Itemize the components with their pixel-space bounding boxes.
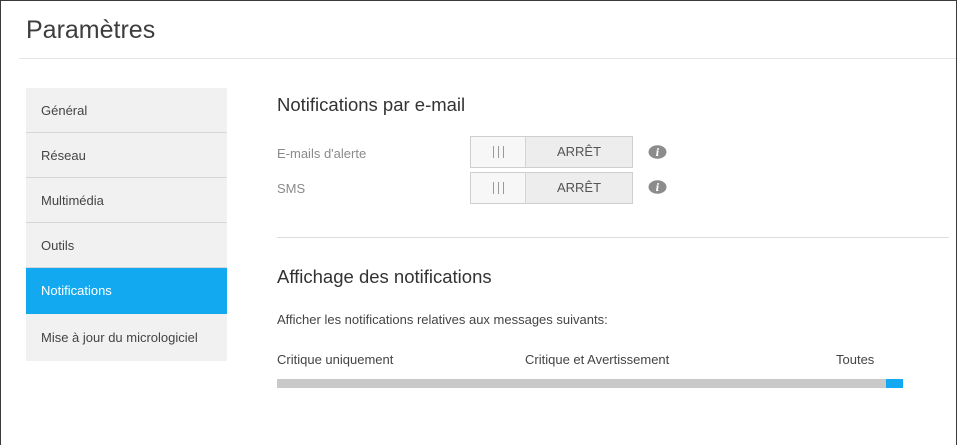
email-notifications-heading: Notifications par e-mail xyxy=(277,94,466,115)
sidebar-item-general[interactable]: Général xyxy=(26,88,227,133)
toggle-state: ARRÊT xyxy=(526,173,632,203)
toggle-grip-icon xyxy=(471,173,526,203)
svg-text:i: i xyxy=(656,148,660,159)
sidebar-item-notifications[interactable]: Notifications xyxy=(26,268,227,314)
sms-toggle[interactable]: ARRÊT xyxy=(470,172,633,204)
level-label-all[interactable]: Toutes xyxy=(836,352,874,367)
alert-emails-toggle[interactable]: ARRÊT xyxy=(470,136,633,168)
sidebar-item-firmware-update[interactable]: Mise à jour du micrologiciel xyxy=(26,314,227,361)
notification-level-slider[interactable] xyxy=(277,379,903,388)
svg-text:i: i xyxy=(656,183,660,194)
settings-window: Paramètres Général Réseau Multimédia Out… xyxy=(0,0,957,445)
display-notifications-heading: Affichage des notifications xyxy=(277,266,492,287)
slider-handle[interactable] xyxy=(886,379,903,388)
title-divider xyxy=(19,58,956,59)
level-label-critical-only[interactable]: Critique uniquement xyxy=(277,352,393,367)
sidebar: Général Réseau Multimédia Outils Notific… xyxy=(26,88,227,361)
info-icon[interactable]: i xyxy=(648,180,667,195)
sms-label: SMS xyxy=(277,181,306,196)
page-title: Paramètres xyxy=(26,16,156,44)
sidebar-item-multimedia[interactable]: Multimédia xyxy=(26,178,227,223)
section-divider xyxy=(277,237,949,238)
level-label-critical-warning[interactable]: Critique et Avertissement xyxy=(525,352,669,367)
toggle-state: ARRÊT xyxy=(526,137,632,167)
info-icon[interactable]: i xyxy=(648,145,667,160)
alert-emails-label: E-mails d'alerte xyxy=(277,146,367,161)
sidebar-item-tools[interactable]: Outils xyxy=(26,223,227,268)
sidebar-item-network[interactable]: Réseau xyxy=(26,133,227,178)
display-notifications-description: Afficher les notifications relatives aux… xyxy=(277,312,608,327)
toggle-grip-icon xyxy=(471,137,526,167)
